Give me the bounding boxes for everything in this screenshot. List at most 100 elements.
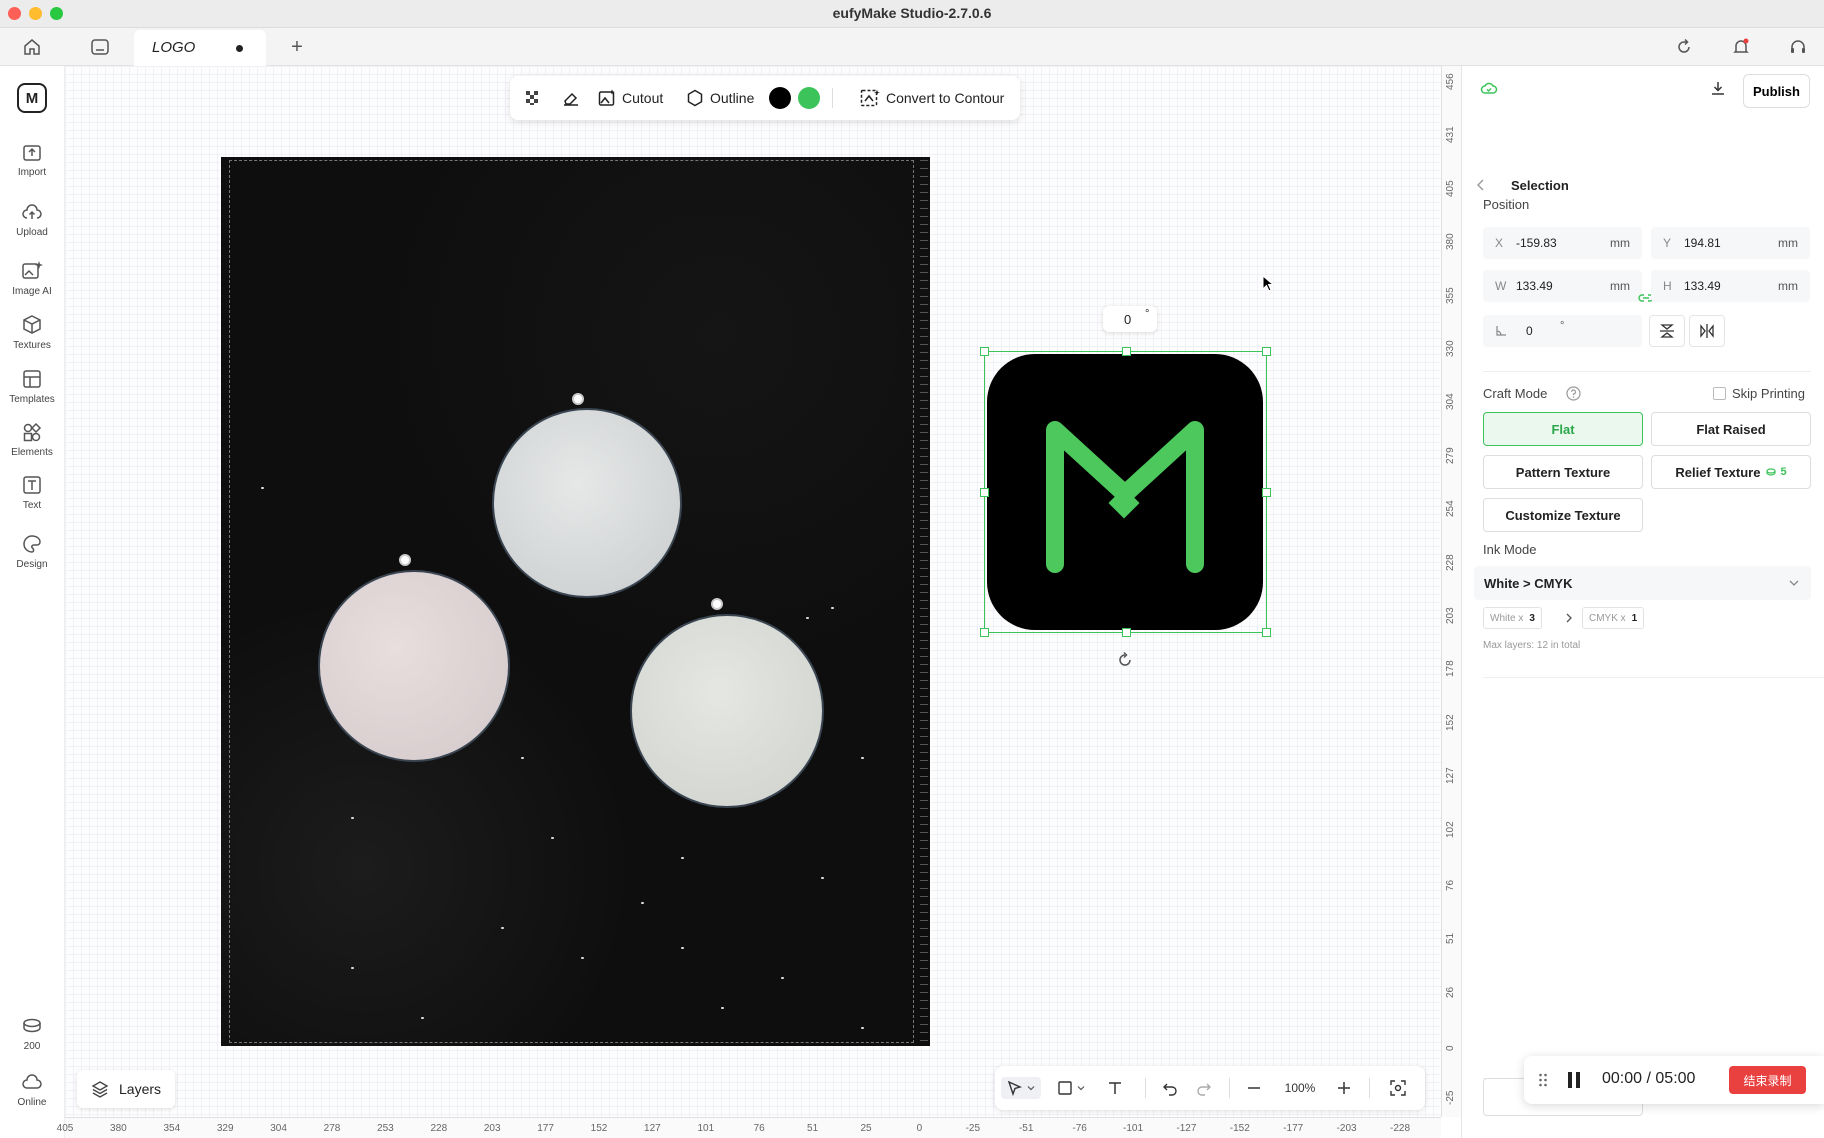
text-tool[interactable]: [1095, 1077, 1135, 1099]
customize-texture-button[interactable]: Customize Texture: [1483, 498, 1643, 532]
left-sidebar: M Import Upload Image AI Textures Templa…: [0, 66, 65, 1138]
drag-handle-icon[interactable]: [1538, 1072, 1548, 1088]
time-separator: /: [1646, 1070, 1651, 1087]
ruler-tick-label: 355: [1445, 286, 1456, 304]
resize-handle-bottom-left[interactable]: [980, 628, 989, 637]
round-badge[interactable]: [630, 614, 824, 808]
resize-handle-top[interactable]: [1122, 347, 1131, 356]
shape-tool[interactable]: [1051, 1077, 1091, 1099]
resize-handle-bottom[interactable]: [1122, 628, 1131, 637]
select-tool[interactable]: [1001, 1077, 1041, 1099]
flip-vertical-button[interactable]: [1649, 315, 1685, 347]
rotate-handle-icon[interactable]: [1116, 651, 1134, 669]
ink-mode-select[interactable]: White > CMYK: [1474, 566, 1811, 600]
ruler-tick-label: -228: [1389, 1123, 1411, 1134]
zoom-in-button[interactable]: [1329, 1077, 1359, 1099]
angle-icon: [1496, 326, 1506, 336]
zoom-level[interactable]: 100%: [1275, 1077, 1325, 1099]
round-badge[interactable]: [318, 570, 510, 762]
refresh-icon[interactable]: [1672, 36, 1696, 58]
height-field[interactable]: H 133.49 mm: [1651, 270, 1810, 302]
color-swatch-black[interactable]: [769, 87, 791, 109]
fit-to-screen-button[interactable]: [1381, 1077, 1415, 1099]
online-status[interactable]: Online: [0, 1070, 64, 1108]
redo-button[interactable]: [1189, 1077, 1219, 1099]
checker-icon: [526, 91, 538, 105]
craft-mode-flat[interactable]: Flat: [1483, 412, 1643, 446]
resize-handle-top-left[interactable]: [980, 347, 989, 356]
transparency-button[interactable]: [524, 87, 548, 109]
m-logo-image: [987, 354, 1263, 630]
craft-mode-relief-texture[interactable]: Relief Texture 5: [1651, 455, 1811, 489]
flip-horizontal-button[interactable]: [1689, 315, 1725, 347]
white-layers-chip: White x 3: [1483, 607, 1542, 629]
width-field[interactable]: W 133.49 mm: [1483, 270, 1642, 302]
pause-icon[interactable]: [1566, 1071, 1582, 1089]
cloud-upload-icon: [22, 204, 42, 219]
cloud-icon: [22, 1074, 42, 1089]
craft-mode-pattern-texture[interactable]: Pattern Texture: [1483, 455, 1643, 489]
sidebar-item-import[interactable]: Import: [0, 140, 64, 178]
sidebar-item-design[interactable]: Design: [0, 532, 64, 570]
stop-recording-button[interactable]: 结束录制: [1729, 1066, 1806, 1094]
speck: [551, 837, 554, 839]
x-position-field[interactable]: X -159.83 mm: [1483, 227, 1642, 259]
support-headset-icon[interactable]: [1786, 36, 1810, 58]
window-title: eufyMake Studio-2.7.0.6: [832, 5, 992, 21]
back-chevron-icon[interactable]: [1476, 179, 1486, 191]
round-badge[interactable]: [492, 408, 682, 598]
convert-to-contour-button[interactable]: Convert to Contour: [860, 87, 1004, 109]
sidebar-item-textures[interactable]: Textures: [0, 313, 64, 351]
cloud-sync-icon[interactable]: [1480, 80, 1498, 96]
minus-icon: [1248, 1087, 1260, 1089]
ruler-tick-label: -127: [1176, 1123, 1197, 1134]
credits-indicator[interactable]: 200: [0, 1014, 64, 1052]
craft-mode-flat-raised[interactable]: Flat Raised: [1651, 412, 1811, 446]
sidebar-item-elements[interactable]: Elements: [0, 420, 64, 458]
resize-handle-bottom-right[interactable]: [1262, 628, 1271, 637]
layers-button[interactable]: Layers: [77, 1070, 175, 1108]
sidebar-item-image-ai[interactable]: Image AI: [0, 259, 64, 297]
ruler-tick-label: 380: [110, 1123, 127, 1134]
cutout-button[interactable]: Cutout: [598, 87, 663, 109]
flip-horizontal-icon: [1700, 324, 1714, 338]
resize-handle-left[interactable]: [980, 488, 989, 497]
resize-handle-top-right[interactable]: [1262, 347, 1271, 356]
home-icon[interactable]: [20, 36, 44, 58]
canvas-tools: 100%: [995, 1066, 1425, 1110]
speck: [721, 1007, 724, 1009]
toolbar-divider: [1369, 1078, 1370, 1098]
undo-button[interactable]: [1155, 1077, 1185, 1099]
design-palette-icon: [23, 535, 41, 553]
color-swatch-green[interactable]: [798, 87, 820, 109]
tab-logo[interactable]: LOGO: [134, 30, 266, 66]
artboard-image[interactable]: [221, 157, 930, 1046]
properties-panel: Publish Selection Position X -159.83 mm …: [1461, 66, 1824, 1138]
badge-hanging-hole: [399, 554, 411, 566]
selected-logo-object[interactable]: [980, 347, 1271, 637]
resize-handle-right[interactable]: [1262, 488, 1271, 497]
eraser-button[interactable]: [562, 87, 586, 109]
download-icon[interactable]: [1710, 80, 1726, 96]
speck: [821, 877, 824, 879]
sidebar-item-upload[interactable]: Upload: [0, 200, 64, 238]
undo-icon: [1163, 1083, 1177, 1096]
publish-button[interactable]: Publish: [1743, 74, 1810, 108]
zoom-out-button[interactable]: [1239, 1077, 1269, 1099]
projects-icon[interactable]: [88, 36, 112, 58]
sidebar-item-text[interactable]: Text: [0, 473, 64, 511]
outline-button[interactable]: Outline: [686, 87, 754, 109]
bell-icon[interactable]: [1729, 36, 1753, 58]
help-icon[interactable]: [1566, 386, 1581, 401]
coins-icon: [23, 1018, 41, 1033]
add-tab-button[interactable]: +: [285, 36, 309, 58]
skip-printing-checkbox[interactable]: [1713, 387, 1726, 400]
sidebar-item-label: Design: [16, 559, 48, 570]
sidebar-item-templates[interactable]: Templates: [0, 367, 64, 405]
y-position-field[interactable]: Y 194.81 mm: [1651, 227, 1810, 259]
ruler-tick-label: 228: [430, 1123, 448, 1134]
craft-mode-label: Craft Mode: [1483, 386, 1548, 401]
rotation-angle-field[interactable]: 0 °: [1483, 315, 1642, 347]
ruler-tick-label: 76: [1445, 879, 1456, 891]
field-unit: mm: [1778, 236, 1798, 250]
